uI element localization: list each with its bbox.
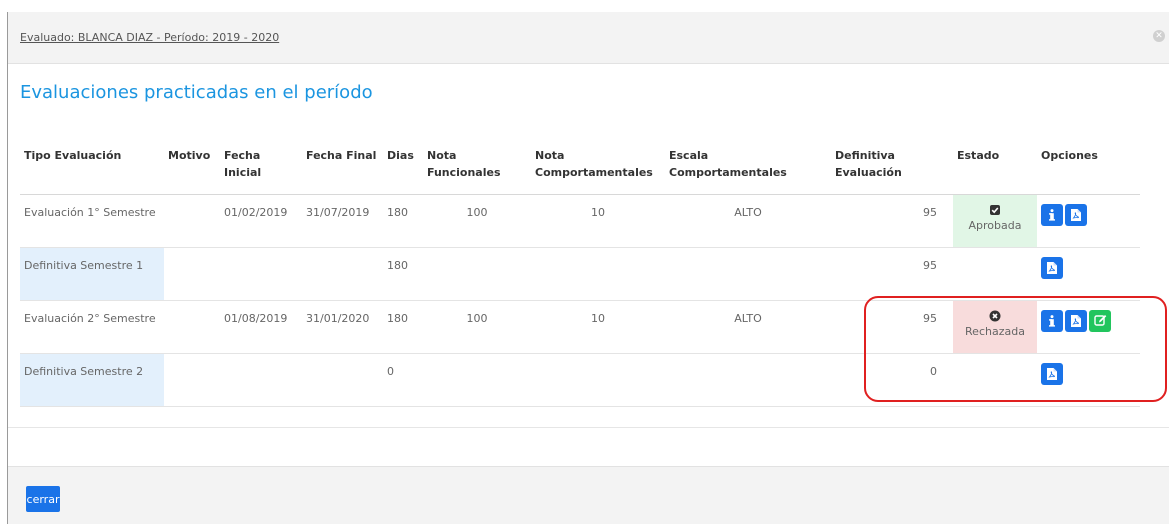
cell-nota-funcionales: 100 [423,300,531,354]
status-label: Aprobada [968,218,1022,232]
cell-estado [953,353,1037,407]
pdf-button[interactable] [1041,362,1063,385]
cell-nota-comportamentales [531,247,665,301]
pdf-icon [1071,314,1081,327]
col-definitiva: Definitiva Evaluación [831,139,953,195]
col-dias: Dias [383,139,423,195]
cell-dias: 180 [383,300,423,354]
cell-fecha-inicial: 01/02/2019 [220,194,302,248]
col-escala: Escala Comportamentales [665,139,831,195]
cell-motivo [164,300,220,354]
status-label: Rechazada [965,324,1025,338]
divider [8,427,1169,428]
cell-nota-comportamentales: 10 [531,300,665,354]
cell-fecha-final: 31/07/2019 [302,194,383,248]
cell-dias: 180 [383,194,423,248]
cell-tipo: Evaluación 2° Semestre [20,300,164,354]
cell-motivo [164,247,220,301]
table-row: Evaluación 1° Semestre 01/02/2019 31/07/… [20,194,1140,248]
cell-nota-funcionales [423,247,531,301]
x-circle-icon [989,310,1001,321]
cell-definitiva: 0 [831,353,953,407]
table-header-row: Tipo Evaluación Motivo Fecha Inicial Fec… [20,139,1140,195]
col-opciones: Opciones [1037,139,1140,195]
col-tipo: Tipo Evaluación [20,139,164,195]
close-button[interactable]: cerrar [26,486,60,512]
table-row: Definitiva Semestre 2 0 0 [20,353,1140,407]
cell-definitiva: 95 [831,300,953,354]
info-icon [1049,208,1055,221]
cell-motivo [164,194,220,248]
section-title: Evaluaciones practicadas en el período [20,82,373,103]
left-border [7,12,8,524]
cell-escala [665,247,831,301]
info-button[interactable] [1041,309,1063,332]
modal-footer: cerrar [8,466,1169,524]
edit-icon [1093,315,1106,326]
cell-fecha-inicial: 01/08/2019 [220,300,302,354]
cell-dias: 180 [383,247,423,301]
modal-title: Evaluado: BLANCA DIAZ - Período: 2019 - … [20,31,280,44]
cell-nota-comportamentales [531,353,665,407]
pdf-button[interactable] [1065,203,1087,226]
cell-opciones [1037,194,1140,248]
cell-tipo: Definitiva Semestre 2 [20,353,164,407]
close-icon[interactable]: ✕ [1153,30,1165,42]
cell-tipo: Definitiva Semestre 1 [20,247,164,301]
col-nota-comportamentales: Nota Comportamentales [531,139,665,195]
cell-fecha-final [302,353,383,407]
status-badge-rejected: Rechazada [953,300,1037,354]
edit-button[interactable] [1089,309,1111,332]
cell-escala: ALTO [665,194,831,248]
check-square-icon [990,204,1000,215]
pdf-icon [1071,208,1081,221]
cell-opciones [1037,353,1140,407]
col-fecha-inicial: Fecha Inicial [220,139,302,195]
table-row: Definitiva Semestre 1 180 95 [20,247,1140,301]
cell-estado [953,247,1037,301]
cell-nota-funcionales [423,353,531,407]
cell-nota-comportamentales: 10 [531,194,665,248]
status-badge-approved: Aprobada [953,194,1037,248]
cell-fecha-inicial [220,353,302,407]
evaluations-table: Tipo Evaluación Motivo Fecha Inicial Fec… [20,139,1140,407]
col-fecha-final: Fecha Final [302,139,383,195]
info-icon [1049,314,1055,327]
pdf-icon [1047,367,1057,380]
cell-nota-funcionales: 100 [423,194,531,248]
modal-header: Evaluado: BLANCA DIAZ - Período: 2019 - … [8,12,1169,64]
cell-opciones [1037,300,1140,354]
cell-escala: ALTO [665,300,831,354]
pdf-icon [1047,261,1057,274]
cell-tipo: Evaluación 1° Semestre [20,194,164,248]
cell-definitiva: 95 [831,247,953,301]
cell-fecha-inicial [220,247,302,301]
col-motivo: Motivo [164,139,220,195]
pdf-button[interactable] [1041,256,1063,279]
cell-fecha-final: 31/01/2020 [302,300,383,354]
col-nota-funcionales: Nota Funcionales [423,139,531,195]
info-button[interactable] [1041,203,1063,226]
table-row: Evaluación 2° Semestre 01/08/2019 31/01/… [20,300,1140,354]
cell-opciones [1037,247,1140,301]
col-estado: Estado [953,139,1037,195]
cell-escala [665,353,831,407]
pdf-button[interactable] [1065,309,1087,332]
cell-motivo [164,353,220,407]
cell-definitiva: 95 [831,194,953,248]
cell-dias: 0 [383,353,423,407]
cell-fecha-final [302,247,383,301]
